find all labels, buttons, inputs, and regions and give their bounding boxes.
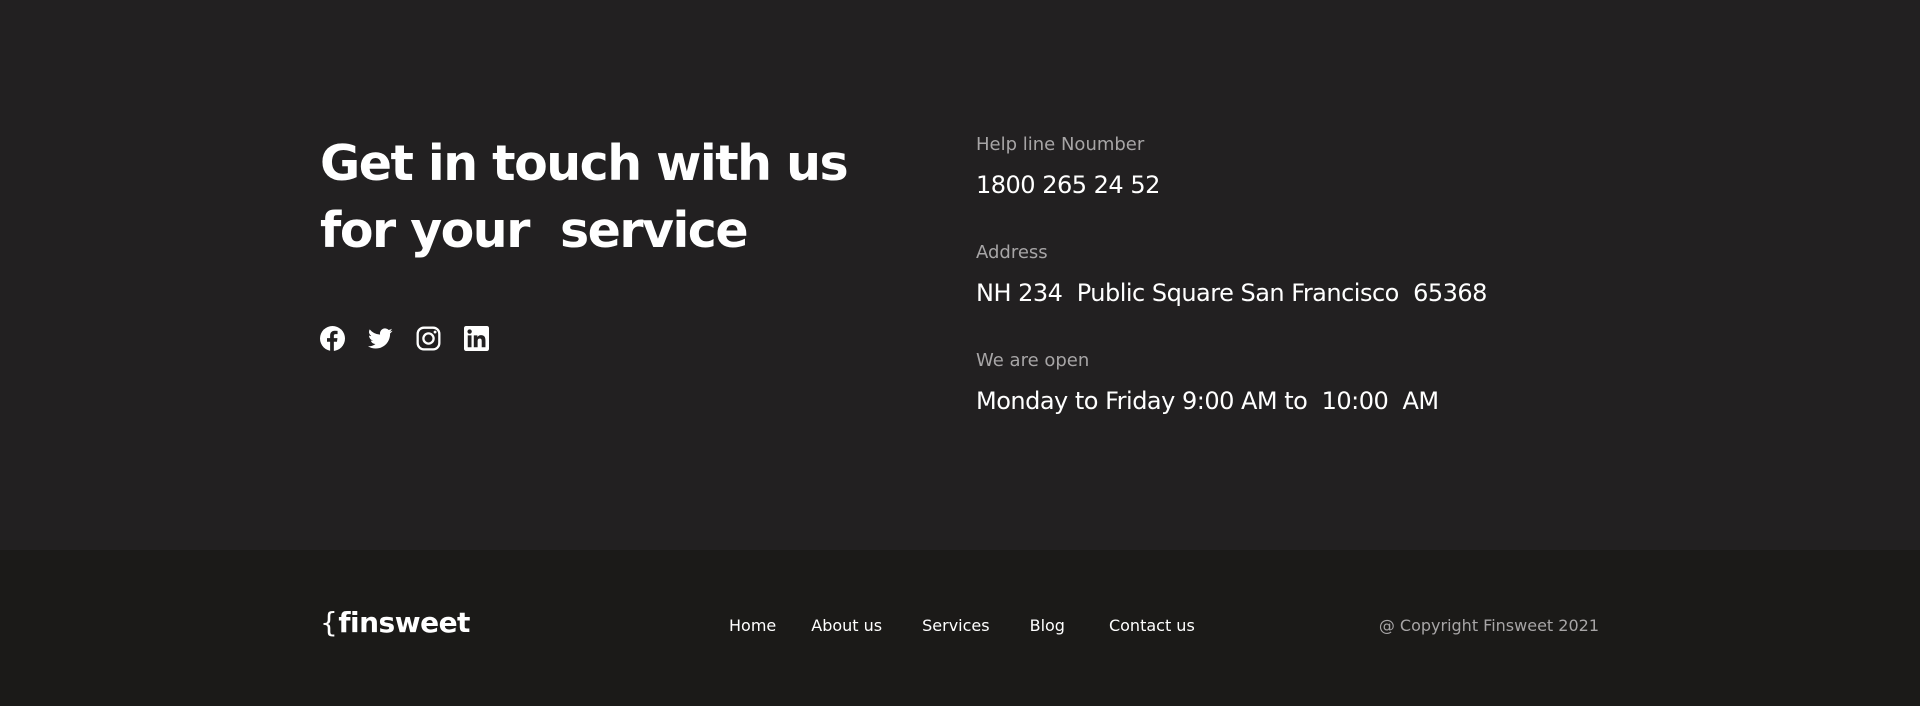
hours-value: Monday to Friday 9:00 AM to 10:00 AM <box>976 387 1439 415</box>
contact-section: Get in touch with us for your service He… <box>0 0 1920 550</box>
helpline-number: 1800 265 24 52 <box>976 171 1160 199</box>
headline-line-1: Get in touch with us <box>320 135 849 192</box>
nav-about-link[interactable]: About us <box>811 616 882 636</box>
hours-block: We are open Monday to Friday 9:00 AM to … <box>976 350 1676 458</box>
helpline-label: Help line Noumber <box>976 134 1145 155</box>
footer-nav: Home About us Services Blog Contact us <box>729 616 1195 636</box>
address-label: Address <box>976 242 1048 263</box>
contact-info: Help line Noumber 1800 265 24 52 Address… <box>976 134 1676 458</box>
nav-services-link[interactable]: Services <box>922 616 989 636</box>
site-footer: {finsweet Home About us Services Blog Co… <box>0 550 1920 706</box>
headline-line-2: for your service <box>320 202 749 259</box>
logo-text: finsweet <box>338 606 470 639</box>
linkedin-icon[interactable] <box>464 326 489 351</box>
brand-logo[interactable]: {finsweet <box>320 608 470 638</box>
social-links <box>320 326 489 351</box>
hours-label: We are open <box>976 350 1090 371</box>
helpline-block: Help line Noumber 1800 265 24 52 <box>976 134 1676 242</box>
nav-contact-link[interactable]: Contact us <box>1109 616 1195 636</box>
nav-home-link[interactable]: Home <box>729 616 776 636</box>
facebook-icon[interactable] <box>320 326 345 351</box>
nav-blog-link[interactable]: Blog <box>1030 616 1065 636</box>
instagram-icon[interactable] <box>416 326 441 351</box>
contact-headline: Get in touch with us for your service <box>320 130 880 264</box>
logo-brace: { <box>320 606 338 639</box>
twitter-icon[interactable] <box>368 326 393 351</box>
address-block: Address NH 234 Public Square San Francis… <box>976 242 1676 350</box>
address-value: NH 234 Public Square San Francisco 65368 <box>976 279 1487 307</box>
copyright-text: @ Copyright Finsweet 2021 <box>1378 616 1599 635</box>
